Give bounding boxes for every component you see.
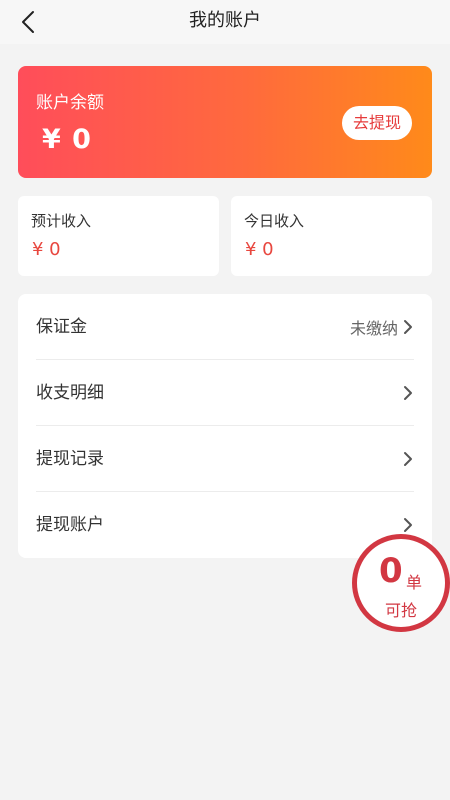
chevron-right-icon — [404, 518, 412, 532]
account-menu: 保证金 未缴纳 收支明细 提现记录 提现账户 — [18, 294, 432, 558]
menu-item-label: 提现账户 — [36, 515, 104, 535]
estimated-income-value: ¥ 0 — [32, 239, 61, 260]
today-income-card: 今日收入 ¥ 0 — [231, 196, 432, 276]
available-orders-badge[interactable]: 0 单 可抢 — [352, 534, 450, 632]
chevron-right-icon — [404, 386, 412, 400]
menu-item-deposit[interactable]: 保证金 未缴纳 — [36, 294, 414, 360]
today-income-value: ¥ 0 — [245, 239, 274, 260]
menu-item-label: 保证金 — [36, 317, 87, 337]
chevron-right-icon — [404, 452, 412, 466]
menu-item-withdraw-records[interactable]: 提现记录 — [36, 426, 414, 492]
menu-item-transactions[interactable]: 收支明细 — [36, 360, 414, 426]
available-orders-caption: 可抢 — [384, 601, 417, 620]
estimated-income-label: 预计收入 — [31, 212, 92, 230]
available-orders-unit: 单 — [406, 573, 423, 592]
navigation-bar: 我的账户 — [0, 0, 450, 44]
balance-card: 账户余额 ¥ 0 去提现 — [18, 66, 432, 178]
available-orders-count: 0 — [379, 551, 403, 591]
page-title: 我的账户 — [189, 10, 261, 31]
withdraw-button[interactable]: 去提现 — [341, 106, 412, 140]
menu-item-label: 收支明细 — [36, 383, 104, 403]
chevron-right-icon — [404, 320, 412, 334]
today-income-label: 今日收入 — [244, 212, 305, 230]
balance-label: 账户余额 — [36, 93, 104, 113]
menu-item-label: 提现记录 — [36, 449, 104, 469]
balance-value: ¥ 0 — [42, 124, 92, 155]
deposit-status: 未缴纳 — [349, 319, 398, 338]
estimated-income-card: 预计收入 ¥ 0 — [18, 196, 219, 276]
menu-item-withdraw-account[interactable]: 提现账户 — [36, 492, 414, 558]
